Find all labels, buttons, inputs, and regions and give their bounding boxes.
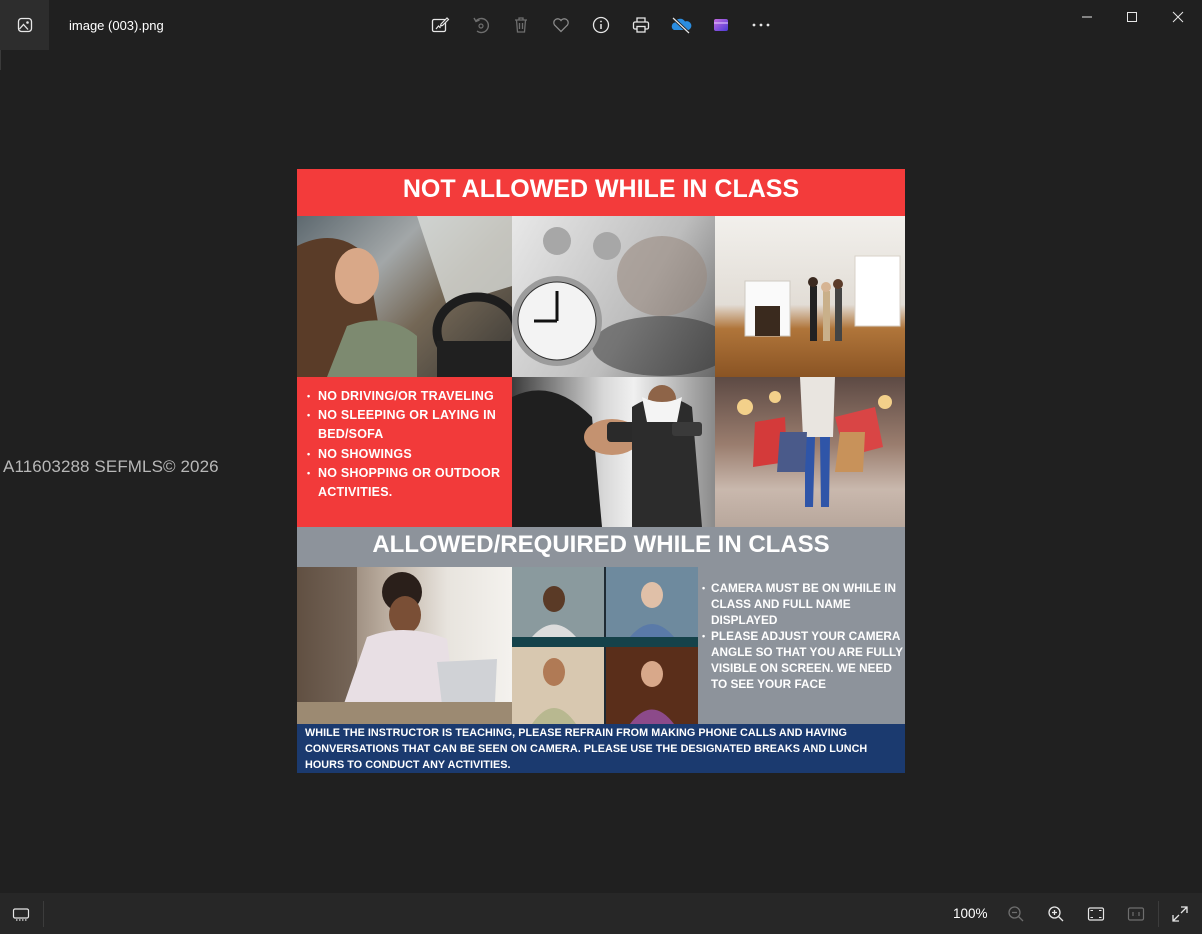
- minimize-button[interactable]: [1064, 0, 1110, 34]
- not-allowed-list: NO DRIVING/OR TRAVELING NO SLEEPING OR L…: [297, 377, 512, 527]
- driving-photo: [297, 216, 512, 377]
- status-bar: 100%: [0, 893, 1202, 934]
- not-allowed-item: NO SHOPPING OR OUTDOOR ACTIVITIES.: [307, 464, 512, 502]
- onedrive-button[interactable]: [670, 14, 692, 36]
- separator: [1158, 901, 1159, 927]
- zoom-level[interactable]: 100%: [953, 906, 988, 921]
- allowed-heading: ALLOWED/REQUIRED WHILE IN CLASS: [297, 527, 905, 567]
- close-button[interactable]: [1155, 0, 1201, 34]
- not-allowed-item: NO SHOWINGS: [307, 445, 512, 464]
- maximize-icon: [1127, 12, 1137, 22]
- zoom-out-icon: [1008, 906, 1024, 922]
- print-button[interactable]: [630, 14, 652, 36]
- allowed-item: PLEASE ADJUST YOUR CAMERA ANGLE SO THAT …: [702, 628, 905, 692]
- rotate-button[interactable]: [470, 14, 492, 36]
- filmstrip-icon: [12, 908, 30, 921]
- favorite-button[interactable]: [550, 14, 572, 36]
- zoom-in-icon: [1048, 906, 1064, 922]
- fullscreen-icon: [1172, 906, 1188, 922]
- more-icon: [752, 23, 770, 27]
- clipchamp-button[interactable]: [710, 14, 732, 36]
- student-laptop-photo: [297, 567, 512, 724]
- delete-icon: [515, 17, 527, 33]
- shopping-photo: [715, 377, 905, 527]
- footer-note: WHILE THE INSTRUCTOR IS TEACHING, PLEASE…: [297, 724, 905, 773]
- photos-app-icon[interactable]: [0, 0, 49, 50]
- delete-button[interactable]: [510, 14, 532, 36]
- favorite-icon: [553, 18, 569, 33]
- actual-size-button[interactable]: [1125, 903, 1147, 925]
- video-call-photo: [512, 567, 698, 724]
- close-icon: [1172, 11, 1184, 23]
- edit-image-icon: [431, 17, 450, 33]
- zoom-in-button[interactable]: [1045, 903, 1067, 925]
- fit-to-window-button[interactable]: [1085, 903, 1107, 925]
- more-options-button[interactable]: [750, 14, 772, 36]
- clipchamp-icon: [714, 19, 728, 31]
- file-info-button[interactable]: [590, 14, 612, 36]
- displayed-image: NOT ALLOWED WHILE IN CLASS • NO DRIVING/…: [297, 169, 905, 773]
- info-icon: [592, 16, 610, 34]
- file-name: image (003).png: [69, 18, 164, 33]
- watermark-text: A11603288 SEFMLS© 2026: [3, 457, 219, 476]
- not-allowed-item: NO DRIVING/OR TRAVELING: [307, 387, 512, 406]
- house-showing-photo: [715, 216, 905, 377]
- not-allowed-heading: NOT ALLOWED WHILE IN CLASS: [297, 169, 905, 216]
- actual-size-icon: [1127, 907, 1145, 921]
- maximize-button[interactable]: [1109, 0, 1155, 34]
- alarm-clock-photo: [512, 216, 715, 377]
- fullscreen-button[interactable]: [1169, 903, 1191, 925]
- minimize-icon: [1082, 16, 1092, 18]
- rotate-icon: [473, 17, 490, 34]
- zoom-out-button[interactable]: [1005, 903, 1027, 925]
- not-allowed-item: NO SLEEPING OR LAYING IN BED/SOFA: [307, 406, 512, 444]
- onedrive-icon: [671, 16, 692, 35]
- print-icon: [632, 17, 650, 33]
- filmstrip-button[interactable]: [10, 903, 32, 925]
- separator: [43, 901, 44, 927]
- allowed-list: CAMERA MUST BE ON WHILE IN CLASS AND FUL…: [698, 567, 905, 724]
- title-bar: image (003).png: [0, 0, 1202, 50]
- edit-image-button[interactable]: [429, 14, 451, 36]
- gym-photo: [512, 377, 715, 527]
- window-border: [0, 50, 1, 70]
- allowed-item: CAMERA MUST BE ON WHILE IN CLASS AND FUL…: [702, 580, 905, 628]
- fit-window-icon: [1087, 907, 1105, 921]
